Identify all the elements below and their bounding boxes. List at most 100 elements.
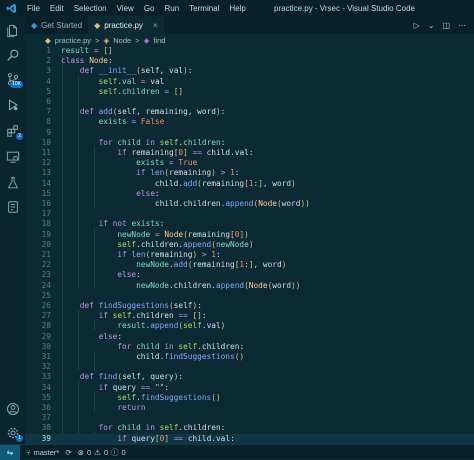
split-editor-icon[interactable]: ◫ xyxy=(442,21,450,30)
remote-explorer-icon[interactable] xyxy=(0,146,25,168)
code-line: 37 xyxy=(25,413,474,423)
jupyter-icon[interactable] xyxy=(0,196,25,218)
code-line: 3 def __init__(self, val): xyxy=(25,66,474,76)
menu-file[interactable]: File xyxy=(22,4,45,13)
warning-icon: ⚠ xyxy=(94,448,101,457)
breadcrumb-class[interactable]: Node xyxy=(113,36,131,45)
menu-run[interactable]: Run xyxy=(159,4,184,13)
search-icon[interactable] xyxy=(0,44,25,66)
code-line: 23 else: xyxy=(25,270,474,280)
code-line: 20 self.children.append(newNode) xyxy=(25,240,474,250)
code-line: 18 if not exists: xyxy=(25,219,474,229)
method-symbol-icon: ◈ xyxy=(144,36,150,45)
code-line: 32 xyxy=(25,362,474,372)
breadcrumb: ◆ practice.py > ◈ Node > ◈ find xyxy=(25,34,474,46)
info-count: 0 xyxy=(122,448,126,457)
settings-badge: 1 xyxy=(16,435,23,442)
tab-label: Get Started xyxy=(41,21,82,30)
menu-bar: File Edit Selection View Go Run Terminal… xyxy=(22,4,251,13)
run-file-icon[interactable]: ▷ xyxy=(414,21,420,30)
error-icon: ⊗ xyxy=(78,448,84,457)
code-line: 34 if query == "": xyxy=(25,383,474,393)
code-line: 22 newNode.add(remaining[1:], word) xyxy=(25,260,474,270)
vscode-tab-icon: ◆ xyxy=(31,21,37,30)
activity-bar: 10K 2 1 xyxy=(0,16,25,444)
more-actions-icon[interactable]: ⋯ xyxy=(458,21,466,30)
settings-gear-icon[interactable]: 1 xyxy=(0,422,25,444)
code-line: 24 newNode.children.append(Node(word)) xyxy=(25,281,474,291)
code-line: 11 if remaining[0] == child.val: xyxy=(25,148,474,158)
extensions-badge: 2 xyxy=(16,133,23,140)
menu-view[interactable]: View xyxy=(112,4,139,13)
warning-count: 0 xyxy=(104,448,108,457)
code-line: 7 def add(self, remaining, word): xyxy=(25,107,474,117)
remote-indicator-icon[interactable]: ⇋ xyxy=(0,445,20,460)
code-line: 26 def findSuggestions(self): xyxy=(25,301,474,311)
code-line: 31 child.findSuggestions() xyxy=(25,352,474,362)
code-line: 1result = [] xyxy=(25,46,474,56)
python-file-icon: ◆ xyxy=(94,21,100,30)
error-count: 0 xyxy=(87,448,91,457)
code-line: 17 xyxy=(25,209,474,219)
code-line: 6 xyxy=(25,97,474,107)
tab-close-icon[interactable]: × xyxy=(153,21,158,30)
code-line: 21 if len(remaining) > 1: xyxy=(25,250,474,260)
tab-practice-py[interactable]: ◆ practice.py × xyxy=(88,16,164,34)
class-symbol-icon: ◈ xyxy=(103,36,109,45)
branch-indicator[interactable]: ⑂ master* xyxy=(26,448,59,457)
menu-help[interactable]: Help xyxy=(224,4,250,13)
tab-get-started[interactable]: ◆ Get Started xyxy=(25,16,88,34)
testing-flask-icon[interactable] xyxy=(0,172,25,194)
info-icon: ⓘ xyxy=(111,447,119,458)
code-line: 14 child.add(remaining[1:], word) xyxy=(25,179,474,189)
branch-name: master* xyxy=(34,448,60,457)
code-line: 10 for child in self.children: xyxy=(25,138,474,148)
code-line: 5 self.children = [] xyxy=(25,87,474,97)
code-line: 16 child.children.append(Node(word)) xyxy=(25,199,474,209)
tab-label: practice.py xyxy=(104,21,143,30)
code-line: 4 self.val = val xyxy=(25,77,474,87)
code-line: 13 if len(remaining) > 1: xyxy=(25,168,474,178)
code-line: 8 exists = False xyxy=(25,117,474,127)
menu-selection[interactable]: Selection xyxy=(69,4,112,13)
code-line: 9 xyxy=(25,128,474,138)
extensions-icon[interactable]: 2 xyxy=(0,120,25,142)
status-bar: ⇋ ⑂ master* ⟳ ⊗ 0 ⚠ 0 ⓘ 0 xyxy=(0,444,474,459)
code-line: 28 result.append(self.val) xyxy=(25,321,474,331)
code-line: 19 newNode = Node(remaining[0]) xyxy=(25,230,474,240)
code-line: 35 self.findSuggestions() xyxy=(25,393,474,403)
code-editor[interactable]: 1result = [] 2class Node: 3 def __init__… xyxy=(25,46,474,444)
scm-badge: 10K xyxy=(10,81,23,88)
source-control-icon[interactable]: 10K xyxy=(0,68,25,90)
editor-tabs: ◆ Get Started ◆ practice.py × ▷ ⌄ ◫ ⋯ xyxy=(25,16,474,34)
code-line: 15 else: xyxy=(25,189,474,199)
breadcrumb-separator: > xyxy=(135,36,139,45)
title-bar: File Edit Selection View Go Run Terminal… xyxy=(0,0,474,16)
code-line: 30 for child in self.children: xyxy=(25,342,474,352)
editor-actions: ▷ ⌄ ◫ ⋯ xyxy=(414,16,474,34)
code-line: 36 return xyxy=(25,403,474,413)
account-icon[interactable] xyxy=(0,398,25,420)
code-line: 38 for child in self.children: xyxy=(25,423,474,433)
code-line: 25 xyxy=(25,291,474,301)
problems-indicator[interactable]: ⊗ 0 ⚠ 0 ⓘ 0 xyxy=(78,447,126,458)
menu-go[interactable]: Go xyxy=(139,4,160,13)
vscode-logo-icon xyxy=(0,0,22,16)
code-line: 12 exists = True xyxy=(25,158,474,168)
code-line: 29 else: xyxy=(25,332,474,342)
chevron-down-icon[interactable]: ⌄ xyxy=(428,21,435,30)
explorer-icon[interactable] xyxy=(0,20,25,42)
breadcrumb-method[interactable]: find xyxy=(153,36,165,45)
code-line: 2class Node: xyxy=(25,56,474,66)
run-debug-icon[interactable] xyxy=(0,94,25,116)
menu-edit[interactable]: Edit xyxy=(45,4,69,13)
breadcrumb-separator: > xyxy=(95,36,99,45)
sync-icon: ⟳ xyxy=(65,448,71,457)
code-line: 33 def find(self, query): xyxy=(25,372,474,382)
sync-indicator[interactable]: ⟳ xyxy=(65,448,71,457)
code-line: 27 if self.children == []: xyxy=(25,311,474,321)
menu-terminal[interactable]: Terminal xyxy=(184,4,224,13)
code-line-current: 39 if query[0] == child.val: xyxy=(25,434,474,444)
python-file-icon: ◆ xyxy=(45,36,51,45)
breadcrumb-file[interactable]: practice.py xyxy=(55,36,91,45)
